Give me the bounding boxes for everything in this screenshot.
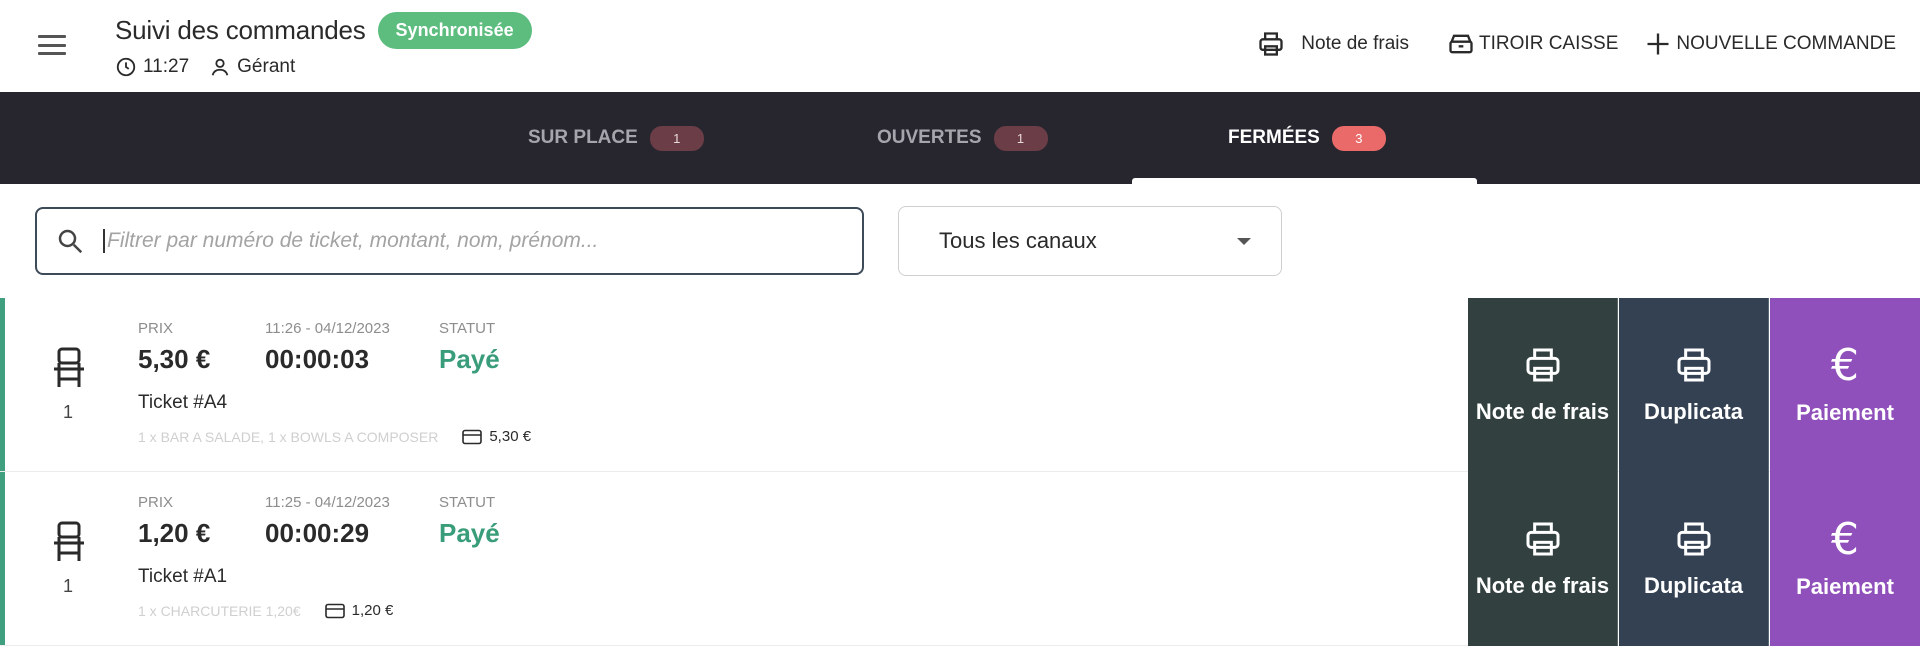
menu-icon[interactable] [34,30,70,60]
order-price: 1,20 € [138,518,211,548]
expense-note-label: Note de frais [1475,573,1610,598]
duplicate-label: Duplicata [1643,399,1744,424]
euro-icon: € [1831,514,1859,565]
page-title: Suivi des commandes [115,15,366,45]
price-label: PRIX [138,494,174,511]
card-icon [462,429,483,444]
channel-selected-value: Tous les canaux [939,228,1097,253]
user-role: Gérant [237,56,296,77]
tab-count-badge: 3 [1331,125,1386,151]
duplicate-button[interactable]: Duplicata [1619,472,1769,646]
payment-label: Paiement [1796,574,1894,599]
chair-icon [54,521,84,561]
title-row: Suivi des commandes Synchronisée [115,12,532,49]
card-icon [324,603,345,618]
new-order-label: NOUVELLE COMMANDE [1676,33,1896,54]
plus-icon [1647,33,1669,55]
sync-status-badge: Synchronisée [377,12,532,49]
tab-label: FERMÉES [1228,127,1320,148]
euro-icon: € [1831,340,1859,391]
chevron-down-icon [1237,237,1251,245]
order-status: Payé [439,344,500,374]
channel-select[interactable]: Tous les canaux [898,206,1282,276]
datetime-label: 11:25 - 04/12/2023 [265,494,390,511]
expense-note-button[interactable]: Note de frais [1257,30,1409,58]
order-status-stripe [0,298,5,471]
app-header: Suivi des commandes Synchronisée 11:27 G… [0,0,1920,92]
payment-button[interactable]: € Paiement [1770,298,1920,472]
expense-note-button[interactable]: Note de frais [1468,472,1618,646]
order-row[interactable]: 1 PRIX 11:25 - 04/12/2023 STATUT 1,20 € … [0,472,1920,646]
order-status: Payé [439,518,500,548]
duplicate-button[interactable]: Duplicata [1619,298,1769,472]
cash-drawer-label: TIROIR CAISSE [1479,33,1619,54]
ticket-number: Ticket #A4 [138,392,228,413]
order-items: 1 x BAR A SALADE, 1 x BOWLS A COMPOSER 5… [138,428,531,445]
active-tab-indicator [1132,178,1477,184]
search-icon [58,229,83,254]
tab-count-badge: 1 [993,125,1048,151]
order-row[interactable]: 1 PRIX 11:26 - 04/12/2023 STATUT 5,30 € … [0,298,1920,472]
payment-amount: 5,30 € [489,428,532,445]
current-time: 11:27 [143,56,190,77]
session-info: 11:27 Gérant [115,56,295,78]
order-duration: 00:00:29 [265,518,370,548]
search-input[interactable] [103,229,823,253]
tab-sur-place[interactable]: SUR PLACE 1 [528,92,704,184]
order-duration: 00:00:03 [265,344,370,374]
printer-icon [1526,348,1559,382]
cash-drawer-icon [1449,34,1473,54]
order-status-stripe [0,472,5,645]
price-label: PRIX [138,320,174,337]
tab-fermees[interactable]: FERMÉES 3 [1228,92,1386,184]
printer-icon [1677,348,1710,382]
ticket-number: Ticket #A1 [138,566,228,587]
payment-info: 1,20 € [324,602,394,619]
items-summary: 1 x BAR A SALADE, 1 x BOWLS A COMPOSER [138,428,439,445]
header-actions: Note de frais TIROIR CAISSE NOUVELLE COM… [1257,30,1896,58]
tab-count-badge: 1 [649,125,704,151]
expense-note-button[interactable]: Note de frais [1468,298,1618,472]
printer-icon [1259,32,1283,56]
tab-ouvertes[interactable]: OUVERTES 1 [877,92,1048,184]
items-summary: 1 x CHARCUTERIE 1,20€ [138,602,301,619]
expense-note-label: Note de frais [1475,399,1610,424]
seat-number: 1 [63,402,74,422]
tab-label: OUVERTES [877,127,982,148]
order-items: 1 x CHARCUTERIE 1,20€ 1,20 € [138,602,393,619]
order-price: 5,30 € [138,344,211,374]
status-label: STATUT [439,494,496,511]
clock-icon [116,57,136,77]
printer-icon [1677,522,1710,556]
user-icon [211,58,229,76]
order-tabs: SUR PLACE 1 OUVERTES 1 FERMÉES 3 [0,92,1920,184]
payment-info: 5,30 € [462,428,531,445]
printer-icon [1526,522,1559,556]
new-order-button[interactable]: NOUVELLE COMMANDE [1644,30,1896,58]
payment-button[interactable]: € Paiement [1770,472,1920,646]
search-box[interactable] [35,207,864,275]
payment-label: Paiement [1796,400,1894,425]
payment-amount: 1,20 € [351,602,394,619]
expense-note-label: Note de frais [1301,33,1410,54]
tab-label: SUR PLACE [528,127,638,148]
status-label: STATUT [439,320,496,337]
chair-icon [54,347,84,387]
cash-drawer-button[interactable]: TIROIR CAISSE [1447,30,1618,58]
seat-number: 1 [63,576,74,596]
duplicate-label: Duplicata [1643,573,1744,598]
datetime-label: 11:26 - 04/12/2023 [265,320,390,337]
